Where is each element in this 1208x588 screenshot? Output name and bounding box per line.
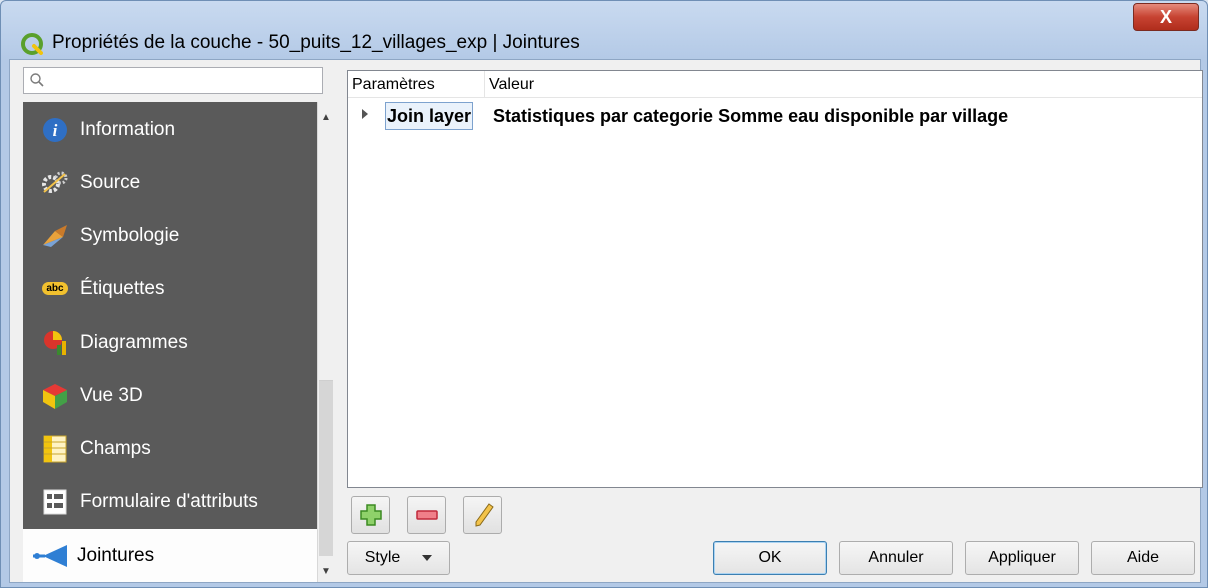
- close-button[interactable]: X: [1133, 3, 1199, 31]
- edit-join-button[interactable]: [463, 496, 502, 534]
- apply-button[interactable]: Appliquer: [965, 541, 1079, 575]
- pencil-icon: [475, 503, 494, 527]
- properties-dialog: Propriétés de la couche - 50_puits_12_vi…: [0, 0, 1208, 588]
- join-layer-row[interactable]: Join layer Statistiques par categorie So…: [348, 102, 1202, 131]
- svg-text:i: i: [53, 121, 58, 140]
- remove-join-button[interactable]: [407, 496, 446, 534]
- sidebar-item-label: Étiquettes: [80, 277, 165, 299]
- sidebar-item-label: Diagrammes: [80, 331, 188, 353]
- sidebar-item-symbologie[interactable]: Symbologie: [23, 209, 317, 262]
- fields-icon: [41, 435, 69, 463]
- column-header-valeur[interactable]: Valeur: [485, 71, 685, 97]
- sidebar-item-label: Formulaire d'attributs: [80, 490, 258, 512]
- dialog-body: i Information Source Symbologie abc Étiq…: [9, 59, 1203, 583]
- sidebar-item-champs[interactable]: Champs: [23, 422, 317, 475]
- cancel-button[interactable]: Annuler: [839, 541, 953, 575]
- expand-arrow-icon[interactable]: [362, 109, 368, 119]
- joins-icon: [31, 542, 69, 570]
- scrollbar-thumb[interactable]: [319, 380, 333, 556]
- sidebar-item-source[interactable]: Source: [23, 156, 317, 209]
- title-bar: Propriétés de la couche - 50_puits_12_vi…: [1, 1, 1207, 61]
- 3d-view-icon: [41, 382, 69, 410]
- sidebar-item-label: Information: [80, 118, 176, 140]
- labels-icon: abc: [41, 275, 69, 303]
- column-header-parametres[interactable]: Paramètres: [348, 71, 485, 97]
- symbology-icon: [41, 222, 69, 250]
- sidebar-item-formulaire-attributs[interactable]: Formulaire d'attributs: [23, 475, 317, 528]
- sidebar: i Information Source Symbologie abc Étiq…: [23, 102, 317, 582]
- info-icon: i: [41, 116, 69, 144]
- sidebar-item-diagrammes[interactable]: Diagrammes: [23, 316, 317, 369]
- row-value: Statistiques par categorie Somme eau dis…: [493, 106, 1009, 126]
- sidebar-item-label: Symbologie: [80, 224, 180, 246]
- plus-icon: [359, 504, 382, 526]
- attribute-form-icon: [41, 488, 69, 516]
- minus-icon: [415, 510, 438, 520]
- scroll-up-icon[interactable]: ▲: [318, 110, 334, 126]
- help-button[interactable]: Aide: [1091, 541, 1195, 575]
- add-join-button[interactable]: [351, 496, 390, 534]
- diagrams-icon: [41, 329, 69, 357]
- row-parameter: Join layer: [385, 102, 474, 130]
- qgis-logo-icon: [21, 33, 43, 55]
- search-box[interactable]: [23, 67, 323, 94]
- search-icon: [30, 73, 44, 87]
- sidebar-item-label: Jointures: [77, 544, 155, 566]
- sidebar-item-label: Vue 3D: [80, 384, 143, 406]
- sidebar-item-etiquettes[interactable]: abc Étiquettes: [23, 262, 317, 315]
- sidebar-item-jointures[interactable]: Jointures: [23, 529, 317, 582]
- style-dropdown[interactable]: Style: [347, 541, 450, 575]
- sidebar-item-information[interactable]: i Information: [23, 103, 317, 156]
- scroll-down-icon[interactable]: ▼: [318, 564, 334, 580]
- source-icon: [41, 169, 69, 197]
- style-label: Style: [364, 549, 401, 566]
- ok-button[interactable]: OK: [713, 541, 827, 575]
- window-title: Propriétés de la couche - 50_puits_12_vi…: [52, 32, 580, 53]
- joins-tree[interactable]: Paramètres Valeur Join layer Statistique…: [347, 70, 1203, 488]
- sidebar-scrollbar[interactable]: ▲ ▼: [317, 102, 334, 582]
- sidebar-item-label: Source: [80, 171, 141, 193]
- sidebar-item-vue-3d[interactable]: Vue 3D: [23, 369, 317, 422]
- tree-header: Paramètres Valeur: [348, 71, 1202, 98]
- sidebar-item-label: Champs: [80, 437, 151, 459]
- dropdown-arrow-icon: [422, 555, 433, 561]
- search-input[interactable]: [50, 70, 320, 93]
